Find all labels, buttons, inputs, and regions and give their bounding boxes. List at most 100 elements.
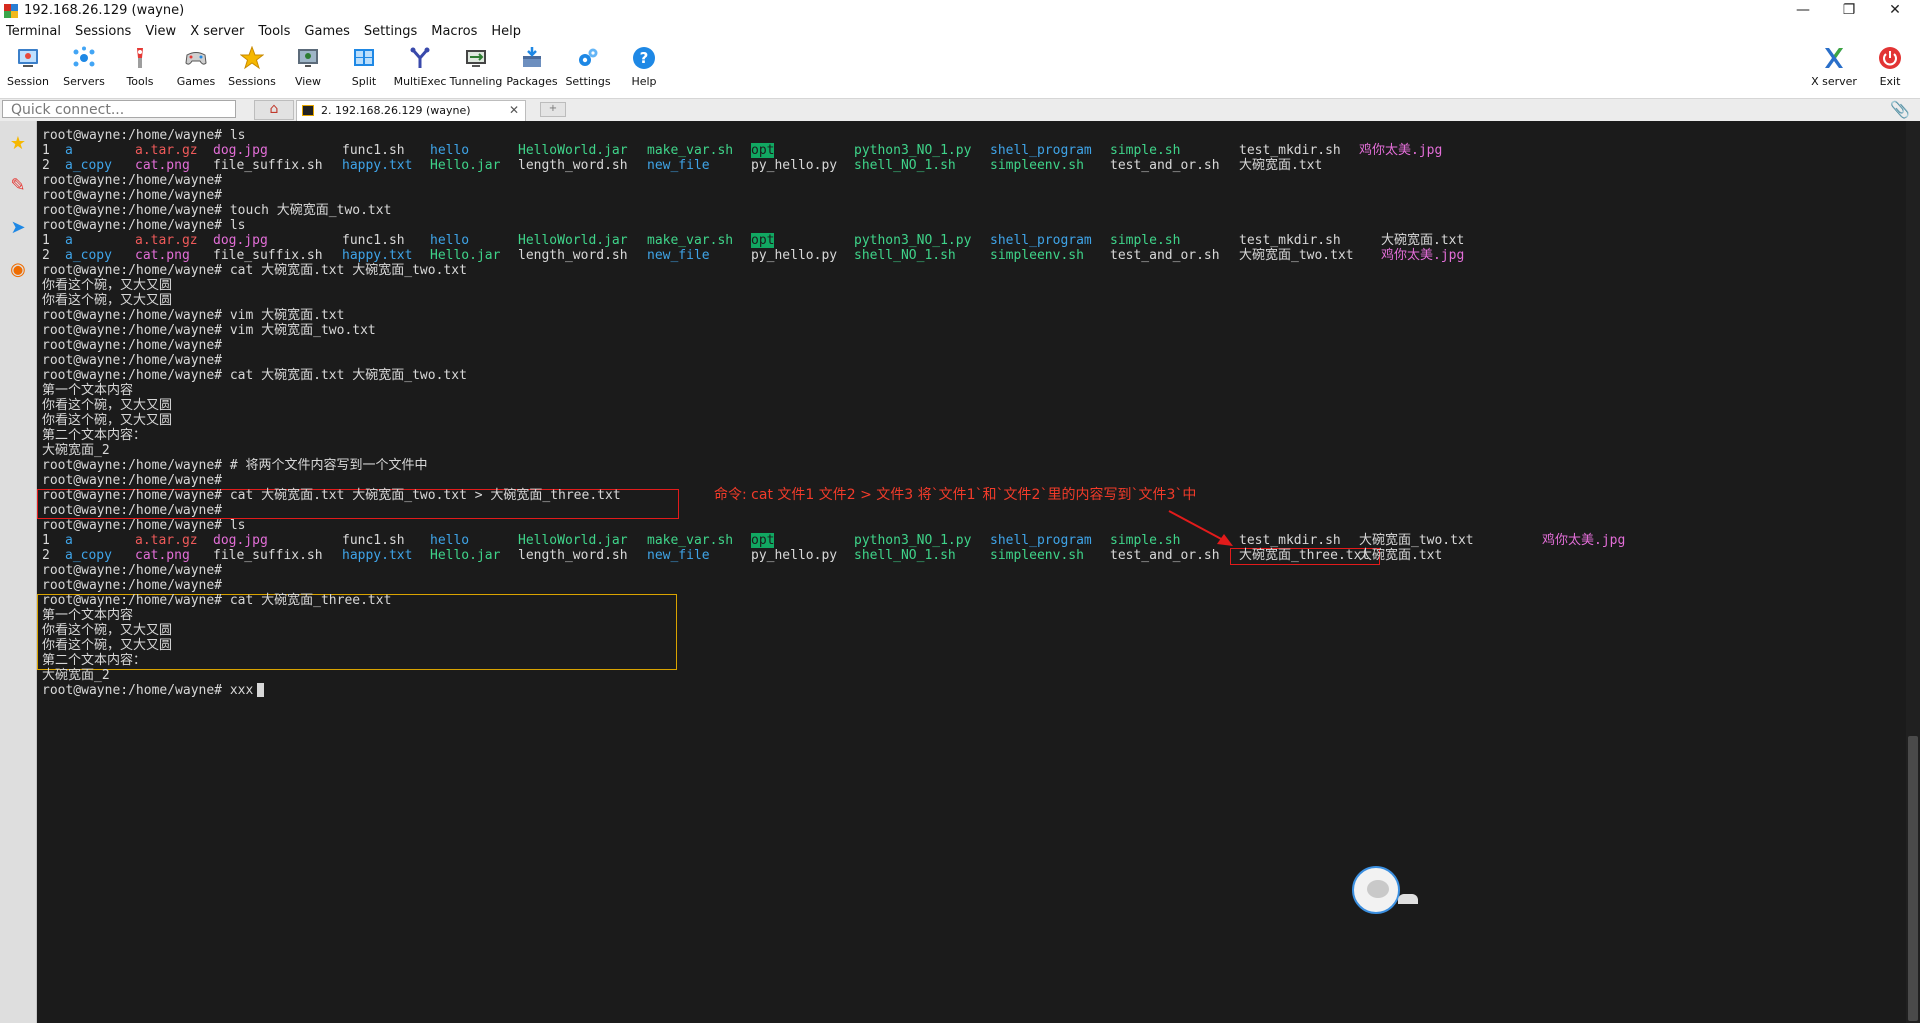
tools-toolbar-label: Tools	[126, 75, 154, 88]
view-toolbar-button[interactable]: View	[280, 46, 336, 88]
terminal-text: root@wayne:/home/wayne# cat 大碗宽面_three.t…	[42, 593, 392, 608]
multiexec-toolbar-label: MultiExec	[393, 75, 447, 88]
terminal-text: root@wayne:/home/wayne#	[42, 338, 223, 353]
ls-entry: HelloWorld.jar	[518, 533, 628, 548]
menu-help[interactable]: Help	[484, 22, 528, 42]
restore-button[interactable]: ❐	[1826, 0, 1872, 22]
settings-toolbar-button[interactable]: Settings	[560, 46, 616, 88]
close-window-button[interactable]: ✕	[1872, 0, 1918, 22]
menu-tools[interactable]: Tools	[251, 22, 297, 42]
ls-entry: 2	[42, 548, 50, 563]
ls-entry: hello	[430, 233, 470, 248]
help-glyph: ?	[640, 49, 649, 67]
new-tab-button[interactable]: +	[540, 102, 566, 117]
ls-entry: Hello.jar	[430, 548, 501, 563]
terminal-text: root@wayne:/home/wayne# # 将两个文件内容写到一个文件中	[42, 458, 428, 473]
scrollbar-thumb[interactable]	[1908, 736, 1918, 1021]
ls-entry: dog.jpg	[213, 143, 268, 158]
paperclip-icon[interactable]: 📎	[1890, 100, 1910, 119]
ls-entry: 2	[42, 158, 50, 173]
x-server-label: X server	[1811, 75, 1857, 88]
close-tab-icon[interactable]: ✕	[509, 101, 519, 120]
help-toolbar-button[interactable]: ? Help	[616, 46, 672, 88]
menu-x-server[interactable]: X server	[183, 22, 251, 42]
ls-entry: happy.txt	[342, 248, 413, 263]
ls-entry: Hello.jar	[430, 248, 501, 263]
tools-sidebar-icon[interactable]: ✎	[5, 171, 31, 201]
exit-label: Exit	[1879, 75, 1901, 88]
menu-games[interactable]: Games	[297, 22, 356, 42]
menu-bar: Terminal Sessions View X server Tools Games Se…	[0, 22, 1920, 42]
ls-entry: dog.jpg	[213, 233, 268, 248]
home-tab[interactable]: ⌂	[254, 100, 294, 120]
ls-entry: 鸡你太美.jpg	[1359, 143, 1443, 158]
terminal-text: 你看这个碗，又大又圆	[42, 293, 173, 308]
split-toolbar-button[interactable]: Split	[336, 46, 392, 88]
packages-icon	[520, 46, 544, 70]
servers-icon	[72, 46, 96, 70]
ls-entry: test_and_or.sh	[1110, 548, 1220, 563]
session-tab[interactable]: 2. 192.168.26.129 (wayne) ✕	[296, 100, 526, 121]
menu-view[interactable]: View	[138, 22, 183, 42]
menu-sessions[interactable]: Sessions	[68, 22, 138, 42]
servers-toolbar-button[interactable]: Servers	[56, 46, 112, 88]
ls-entry: shell_NO_1.sh	[854, 248, 956, 263]
ls-entry: 大碗宽面_two.txt	[1359, 533, 1474, 548]
multiexec-toolbar-button[interactable]: MultiExec	[392, 46, 448, 88]
ls-entry: simple.sh	[1110, 533, 1181, 548]
ls-entry: cat.png	[135, 248, 190, 263]
tunneling-toolbar-button[interactable]: Tunneling	[448, 46, 504, 88]
exit-button[interactable]: Exit	[1862, 46, 1918, 88]
ls-entry: hello	[430, 143, 470, 158]
ls-entry: python3_NO_1.py	[854, 533, 972, 548]
terminal-area[interactable]: 命令: cat 文件1 文件2 > 文件3 将`文件1`和`文件2`里的内容写到…	[37, 121, 1920, 1023]
sessions-toolbar-button[interactable]: Sessions	[224, 45, 280, 88]
menu-terminal[interactable]: Terminal	[0, 22, 68, 42]
tools-toolbar-button[interactable]: Tools	[112, 46, 168, 88]
terminal-text: root@wayne:/home/wayne# ls	[42, 518, 246, 533]
ls-entry: happy.txt	[342, 548, 413, 563]
ls-entry: python3_NO_1.py	[854, 143, 972, 158]
quick-connect-input[interactable]: Quick connect...	[2, 100, 236, 118]
ls-entry: HelloWorld.jar	[518, 143, 628, 158]
ls-entry: 1	[42, 143, 50, 158]
terminal-text: root@wayne:/home/wayne# ls	[42, 128, 246, 143]
tunneling-toolbar-label: Tunneling	[449, 75, 503, 88]
ls-entry: 1	[42, 233, 50, 248]
menu-macros[interactable]: Macros	[424, 22, 484, 42]
terminal-text: root@wayne:/home/wayne#	[42, 173, 223, 188]
ls-entry: dog.jpg	[213, 533, 268, 548]
ls-entry: test_and_or.sh	[1110, 158, 1220, 173]
games-toolbar-button[interactable]: Games	[168, 46, 224, 88]
terminal-text: root@wayne:/home/wayne# vim 大碗宽面_two.txt	[42, 323, 376, 338]
menu-settings[interactable]: Settings	[357, 22, 424, 42]
send-sidebar-icon[interactable]: ➤	[5, 213, 31, 243]
ls-entry: py_hello.py	[751, 248, 838, 263]
session-toolbar-button[interactable]: Session	[0, 46, 56, 88]
x-server-button[interactable]: X server	[1806, 46, 1862, 88]
games-icon	[184, 46, 208, 70]
terminal-tab-icon	[302, 105, 314, 116]
ls-entry: Hello.jar	[430, 158, 501, 173]
terminal-text: root@wayne:/home/wayne# touch 大碗宽面_two.t…	[42, 203, 392, 218]
ls-entry: a	[65, 143, 73, 158]
macros-sidebar-icon[interactable]: ◉	[5, 255, 31, 285]
title-bar: 192.168.26.129 (wayne) — ❐ ✕	[0, 0, 1920, 22]
minimize-button[interactable]: —	[1780, 0, 1826, 22]
terminal-scrollbar[interactable]	[1906, 121, 1920, 1023]
terminal-text: 你看这个碗，又大又圆	[42, 413, 173, 428]
tools-icon	[128, 46, 152, 70]
ls-entry: func1.sh	[342, 233, 405, 248]
terminal-text: 第一个文本内容	[42, 383, 134, 398]
ls-entry: a_copy	[65, 548, 112, 563]
ls-entry: HelloWorld.jar	[518, 233, 628, 248]
packages-toolbar-button[interactable]: Packages	[504, 46, 560, 88]
ls-entry: opt	[751, 533, 775, 548]
session-tab-label: 2. 192.168.26.129 (wayne)	[321, 104, 471, 117]
ls-entry: shell_program	[990, 233, 1092, 248]
main-toolbar: X server Exit Session Servers Tools Games Se…	[0, 42, 1920, 92]
favorites-star-icon[interactable]: ★	[5, 129, 31, 159]
terminal-text: root@wayne:/home/wayne#	[42, 353, 223, 368]
ls-entry: func1.sh	[342, 533, 405, 548]
avatar[interactable]	[1352, 866, 1400, 914]
